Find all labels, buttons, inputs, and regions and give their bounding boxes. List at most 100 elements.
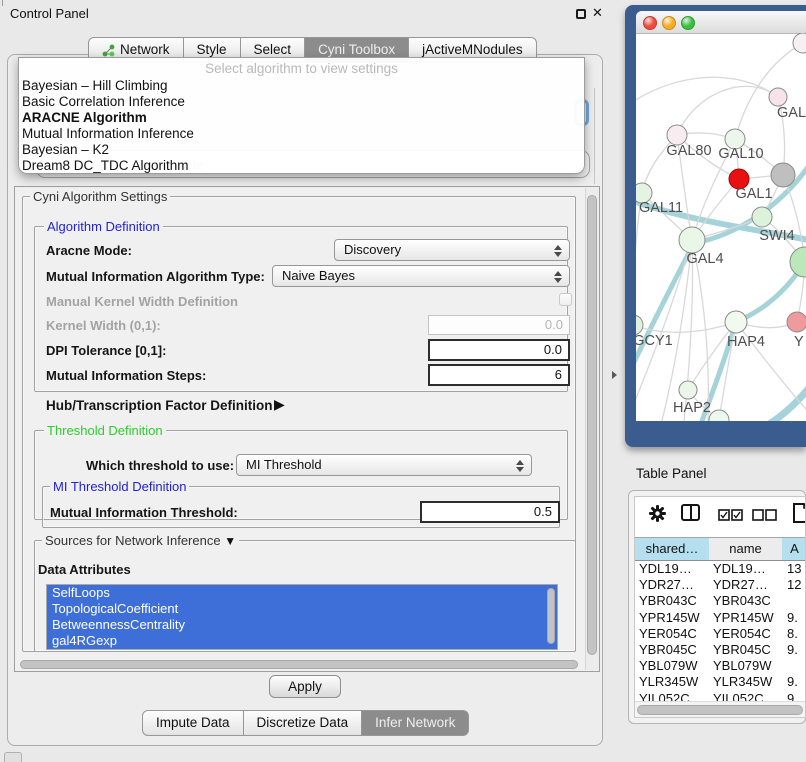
mi-type-select[interactable]: Naive Bayes	[272, 265, 570, 287]
network-node-label: GAL80	[666, 143, 711, 159]
network-node[interactable]	[790, 247, 806, 277]
settings-gear-icon[interactable]	[649, 505, 666, 522]
table-horizontal-scrollbar-thumb[interactable]	[637, 705, 803, 715]
spinner-arrows-icon	[554, 244, 562, 258]
manual-kernel-checkbox[interactable]	[559, 293, 572, 306]
column-header-1[interactable]: name	[709, 538, 783, 561]
network-node-gcy1[interactable]	[636, 315, 643, 335]
table-row[interactable]: YDL19…YDL19…13	[635, 561, 806, 577]
mi-threshold-group-title: MI Threshold Definition	[50, 480, 189, 494]
which-threshold-label: Which threshold to use:	[86, 458, 234, 473]
mi-steps-label: Mutual Information Steps:	[46, 368, 206, 383]
table-horizontal-scrollbar[interactable]	[635, 701, 806, 718]
hub-expand-icon[interactable]: ▶	[274, 396, 285, 413]
cell-2: 12	[787, 577, 805, 593]
settings-horizontal-scrollbar-thumb[interactable]	[20, 660, 578, 669]
cell-1: YPR145W	[713, 610, 783, 626]
attribute-item-2[interactable]: BetweennessCentrality	[47, 617, 557, 633]
close-panel-icon[interactable]: ✕	[592, 5, 603, 21]
algorithm-option-0[interactable]: Bayesian – Hill Climbing	[19, 78, 584, 94]
float-panel-icon[interactable]	[576, 9, 586, 19]
tab-impute-data[interactable]: Impute Data	[142, 710, 244, 736]
attribute-item-3[interactable]: gal4RGexp	[47, 633, 557, 649]
sources-group-title[interactable]: Sources for Network Inference ▼	[42, 534, 239, 548]
algorithm-option-5[interactable]: Dream8 DC_TDC Algorithm	[19, 158, 584, 174]
cell-0: YLR345W	[639, 674, 709, 690]
table-row[interactable]: YBL079WYBL079W	[635, 658, 806, 674]
dpi-tolerance-field[interactable]: 0.0	[428, 339, 570, 361]
aracne-mode-value: Discovery	[344, 242, 401, 257]
network-node[interactable]	[771, 163, 795, 187]
table-row[interactable]: YIL052CYIL052C9.	[635, 691, 806, 701]
network-node-label: Y	[794, 334, 804, 350]
algorithm-option-1[interactable]: Basic Correlation Inference	[19, 94, 584, 110]
hub-definition-label[interactable]: Hub/Transcription Factor Definition	[46, 398, 273, 413]
network-edge[interactable]	[677, 86, 778, 135]
groupbox-edge-fragment	[594, 88, 595, 184]
table-row[interactable]: YLR345WYLR345W9.	[635, 674, 806, 690]
apply-button-label: Apply	[288, 679, 322, 694]
table-panel-inner: shared…nameA YDL19…YDL19…13YDR27…YDR27…1…	[634, 496, 806, 718]
application-window: Control Panel ✕ NetworkStyleSelectCyni T…	[0, 0, 806, 762]
network-node-swi4[interactable]	[752, 207, 772, 227]
apply-button[interactable]: Apply	[269, 675, 341, 698]
network-node[interactable]	[793, 33, 806, 53]
which-threshold-value: MI Threshold	[246, 457, 322, 472]
network-node-gal4[interactable]	[679, 227, 705, 253]
table-body: YDL19…YDL19…13YDR27…YDR27…12YBR043CYBR04…	[635, 559, 806, 701]
network-node-label: HAP4	[727, 334, 765, 350]
network-node-label: GAL4	[686, 251, 723, 267]
cell-2: 9.	[787, 674, 805, 690]
column-header-2[interactable]: A	[782, 538, 806, 561]
split-pane-arrow-icon[interactable]	[612, 371, 617, 379]
mi-threshold-label: Mutual Information Threshold:	[50, 505, 238, 520]
data-attributes-list[interactable]: SelfLoopsTopologicalCoefficientBetweenne…	[46, 584, 558, 650]
mi-threshold-field[interactable]: 0.5	[420, 501, 560, 523]
algorithm-option-2[interactable]: ARACNE Algorithm	[19, 110, 584, 126]
table-row[interactable]: YBR043CYBR043C	[635, 593, 806, 609]
algorithm-option-4[interactable]: Bayesian – K2	[19, 142, 584, 158]
network-node-gal80[interactable]	[667, 125, 687, 145]
table-row[interactable]: YER054CYER054C8.	[635, 626, 806, 642]
split-pane-icon[interactable]	[681, 504, 700, 521]
tab-label: Discretize Data	[257, 712, 349, 734]
close-light-icon[interactable]	[643, 16, 657, 30]
table-row[interactable]: YPR145WYPR145W9.	[635, 610, 806, 626]
network-canvas[interactable]: GAL2GAL80GAL10GAL1GAL11SWI4GAL4GCY1HAP4Y…	[636, 33, 806, 421]
deselect-columns-icon[interactable]	[752, 509, 777, 521]
window-edge-artifact	[2, 0, 3, 6]
network-node-hap2[interactable]	[679, 381, 697, 399]
network-window-titlebar[interactable]	[636, 11, 806, 34]
tab-discretize-data[interactable]: Discretize Data	[243, 710, 363, 736]
select-columns-icon[interactable]	[718, 509, 743, 521]
network-node[interactable]	[709, 410, 729, 421]
network-node-y[interactable]	[787, 312, 806, 332]
mi-steps-field[interactable]: 6	[428, 364, 570, 386]
algorithm-option-3[interactable]: Mutual Information Inference	[19, 126, 584, 142]
network-edge[interactable]	[688, 322, 736, 390]
settings-vertical-scrollbar-thumb[interactable]	[587, 195, 597, 655]
tab-label: Infer Network	[375, 712, 455, 734]
zoom-light-icon[interactable]	[681, 16, 695, 30]
attribute-item-1[interactable]: TopologicalCoefficient	[47, 601, 557, 617]
network-node-label: GAL2	[777, 105, 806, 121]
table-row[interactable]: YBR045CYBR045C9.	[635, 642, 806, 658]
cell-1: YDR27…	[713, 577, 783, 593]
cell-2: 8.	[787, 626, 805, 642]
network-node-hap4[interactable]	[725, 311, 747, 333]
minimize-light-icon[interactable]	[662, 16, 676, 30]
aracne-mode-select[interactable]: Discovery	[334, 239, 570, 261]
column-header-0[interactable]: shared…	[635, 538, 710, 561]
which-threshold-select[interactable]: MI Threshold	[236, 454, 532, 476]
bottom-left-partial-button[interactable]	[4, 752, 22, 762]
algorithm-dropdown-popup: Select algorithm to view settings Bayesi…	[18, 57, 585, 174]
attribute-item-0[interactable]: SelfLoops	[47, 585, 557, 601]
network-node-gal2[interactable]	[769, 88, 787, 106]
export-table-icon[interactable]	[793, 503, 806, 523]
sources-collapse-icon[interactable]: ▼	[224, 534, 236, 548]
kernel-width-field[interactable]: 0.0	[428, 315, 570, 335]
network-node-label: GAL1	[735, 186, 772, 202]
table-row[interactable]: YDR27…YDR27…12	[635, 577, 806, 593]
attributes-list-scrollbar-thumb[interactable]	[547, 588, 555, 644]
tab-infer-network[interactable]: Infer Network	[361, 710, 469, 736]
